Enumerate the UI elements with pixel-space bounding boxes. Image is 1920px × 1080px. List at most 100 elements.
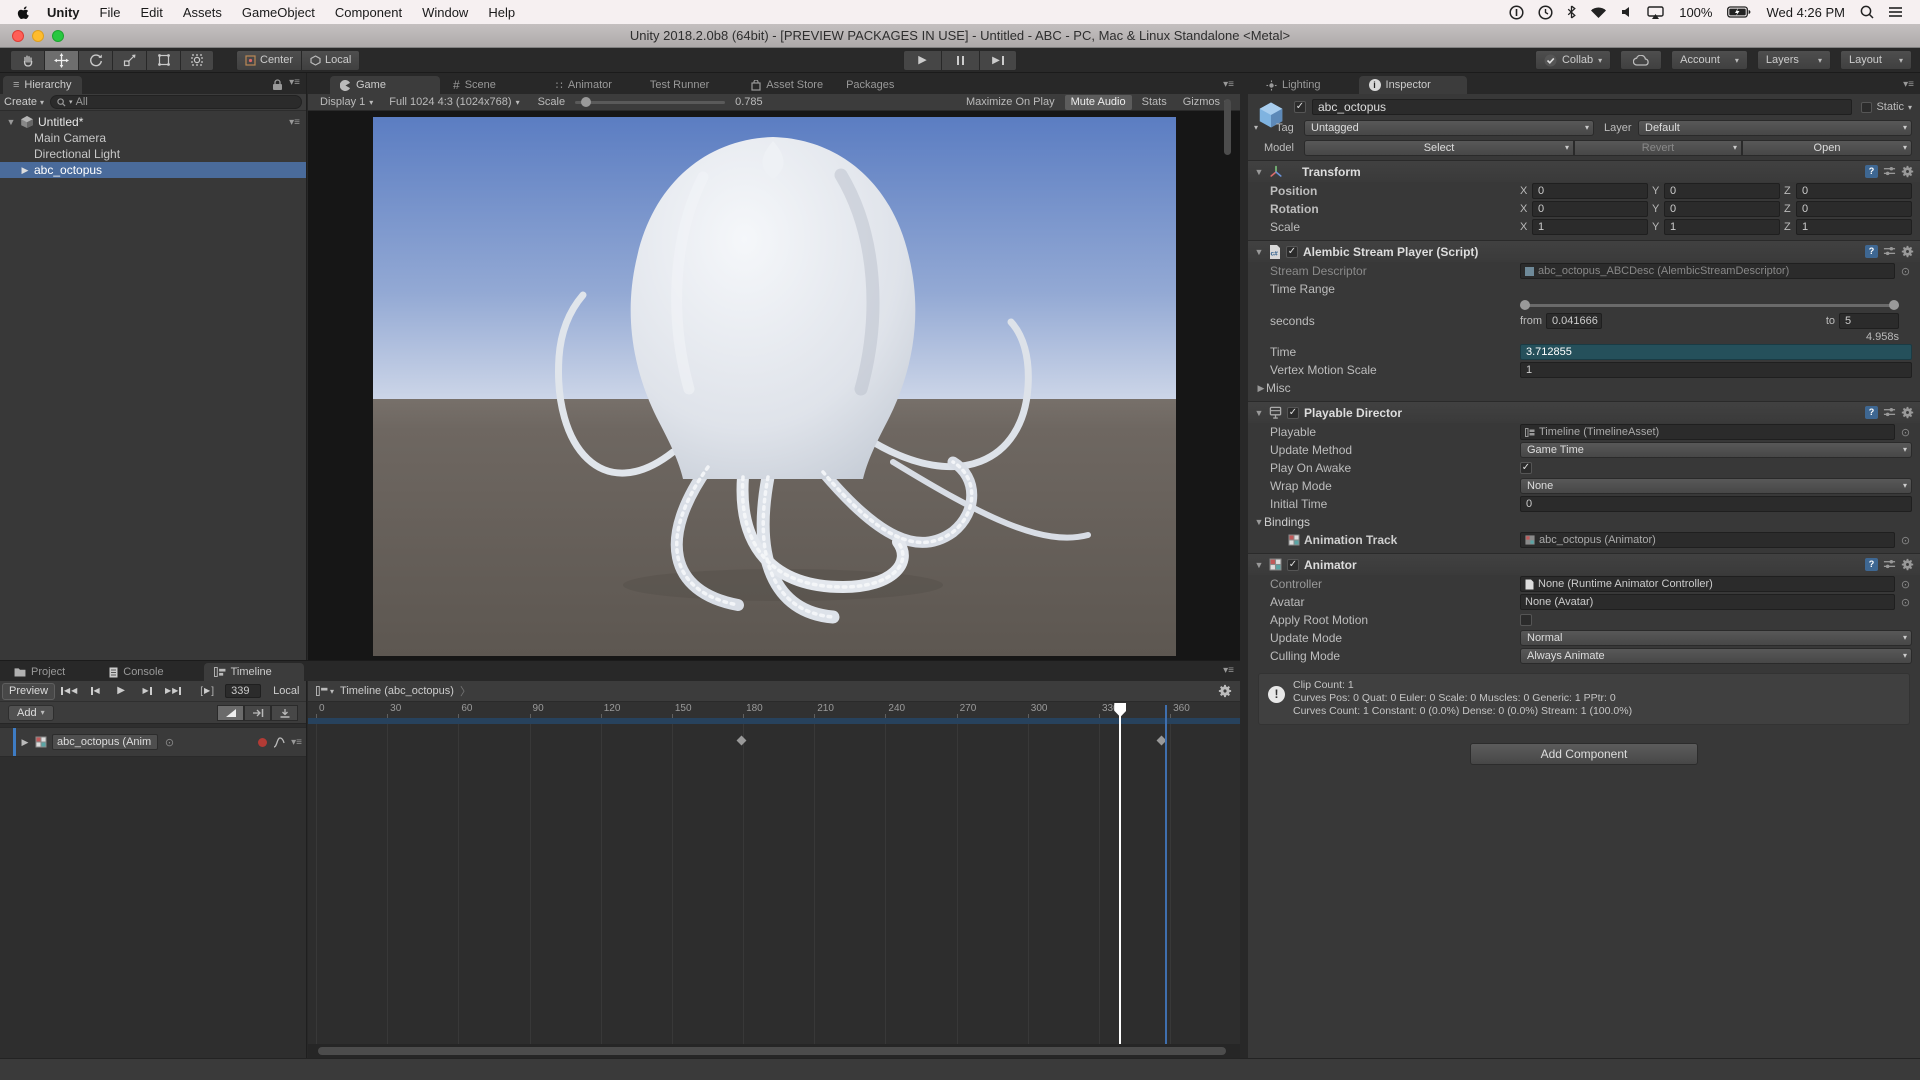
tab-hierarchy[interactable]: ≡Hierarchy: [3, 76, 82, 94]
pivot-toggle-button[interactable]: Center: [236, 50, 302, 71]
foldout-icon[interactable]: ▼: [1254, 167, 1264, 177]
replace-mode-button[interactable]: [271, 705, 298, 721]
zoom-window-button[interactable]: [52, 30, 64, 42]
foldout-icon[interactable]: ▼: [1254, 517, 1264, 527]
tab-packages[interactable]: Packages: [836, 76, 904, 94]
menu-gameobject[interactable]: GameObject: [232, 5, 325, 20]
menu-component[interactable]: Component: [325, 5, 412, 20]
close-window-button[interactable]: [12, 30, 24, 42]
airplay-display-icon[interactable]: [1647, 6, 1664, 19]
time-machine-icon[interactable]: [1538, 5, 1553, 20]
spotlight-icon[interactable]: [1860, 5, 1874, 19]
timeline-ref-mode[interactable]: Local: [273, 685, 299, 697]
ripple-mode-button[interactable]: [244, 705, 271, 721]
hierarchy-item-abc-octopus[interactable]: ▶ abc_octopus: [0, 162, 306, 178]
rect-tool-button[interactable]: [146, 50, 180, 71]
object-picker-icon[interactable]: ⊙: [1899, 596, 1912, 609]
playhead-line[interactable]: [1119, 707, 1121, 1044]
hand-tool-button[interactable]: [10, 50, 44, 71]
to-field[interactable]: 5: [1839, 313, 1899, 329]
position-x-field[interactable]: 0: [1532, 183, 1648, 199]
scale-slider-thumb[interactable]: [581, 97, 591, 107]
track-foldout-icon[interactable]: ▶: [20, 737, 30, 748]
previous-frame-button[interactable]: ◀: [83, 683, 107, 699]
tab-scene[interactable]: #Scene: [443, 76, 506, 94]
presets-icon[interactable]: [1883, 245, 1896, 258]
rotation-x-field[interactable]: 0: [1532, 201, 1648, 217]
timeline-grid[interactable]: [308, 724, 1240, 1044]
initial-time-field[interactable]: 0: [1520, 496, 1912, 512]
update-mode-dropdown[interactable]: Normal: [1520, 630, 1912, 646]
track-menu-icon[interactable]: ▾≡: [291, 737, 302, 748]
position-y-field[interactable]: 0: [1664, 183, 1780, 199]
add-component-button[interactable]: Add Component: [1470, 743, 1698, 765]
curves-icon[interactable]: [273, 737, 285, 748]
layout-dropdown[interactable]: Layout▾: [1840, 50, 1912, 70]
director-header[interactable]: ▼ ✓ Playable Director ?: [1248, 401, 1920, 423]
status-info-icon[interactable]: [1509, 5, 1524, 20]
gameobject-name-field[interactable]: abc_octopus: [1312, 99, 1852, 115]
current-frame-field[interactable]: 339: [225, 684, 261, 698]
range-max-handle[interactable]: [1889, 300, 1899, 310]
game-vertical-scrollbar[interactable]: [1224, 99, 1231, 155]
mute-audio-toggle[interactable]: Mute Audio: [1065, 95, 1132, 110]
playable-field[interactable]: Timeline (TimelineAsset): [1520, 424, 1895, 440]
hierarchy-item-directional-light[interactable]: Directional Light: [0, 146, 306, 162]
help-icon[interactable]: ?: [1865, 406, 1878, 419]
menu-assets[interactable]: Assets: [173, 5, 232, 20]
play-button[interactable]: ▶: [903, 50, 941, 71]
rotation-y-field[interactable]: 0: [1664, 201, 1780, 217]
tab-console[interactable]: Console: [99, 663, 173, 681]
timeline-hscrollbar[interactable]: [308, 1044, 1240, 1058]
bluetooth-icon[interactable]: [1567, 5, 1576, 19]
help-icon[interactable]: ?: [1865, 245, 1878, 258]
menubar-clock[interactable]: Wed 4:26 PM: [1758, 5, 1853, 20]
goto-end-button[interactable]: ▶▶: [161, 683, 185, 699]
tag-dropdown[interactable]: Untagged: [1304, 120, 1594, 136]
animation-track-binding-field[interactable]: abc_octopus (Animator): [1520, 532, 1895, 548]
hierarchy-search-input[interactable]: ▾ All: [50, 95, 302, 109]
time-field[interactable]: 3.712855: [1520, 344, 1912, 360]
record-button[interactable]: [258, 738, 267, 747]
goto-start-button[interactable]: ◀◀: [57, 683, 81, 699]
scene-menu-icon[interactable]: ▾≡: [289, 117, 300, 128]
tab-lighting[interactable]: Lighting: [1256, 76, 1331, 94]
create-menu-button[interactable]: Create▾: [4, 96, 44, 108]
presets-icon[interactable]: [1883, 406, 1896, 419]
hierarchy-item-main-camera[interactable]: Main Camera: [0, 130, 306, 146]
presets-icon[interactable]: [1883, 165, 1896, 178]
layers-dropdown[interactable]: Layers▾: [1757, 50, 1831, 70]
position-z-field[interactable]: 0: [1796, 183, 1912, 199]
rotate-tool-button[interactable]: [78, 50, 112, 71]
foldout-icon[interactable]: ▼: [1254, 247, 1264, 257]
object-picker-icon[interactable]: ⊙: [1899, 265, 1912, 278]
scale-tool-button[interactable]: [112, 50, 146, 71]
model-select-button[interactable]: Select: [1304, 140, 1574, 156]
foldout-icon[interactable]: ▶: [1256, 383, 1266, 394]
notification-center-icon[interactable]: [1888, 6, 1903, 18]
bindings-foldout[interactable]: ▼ Bindings: [1248, 513, 1920, 531]
account-dropdown[interactable]: Account▾: [1671, 50, 1748, 70]
timeline-selector[interactable]: ▾: [316, 686, 334, 696]
tab-inspector[interactable]: iInspector: [1359, 76, 1467, 94]
rotation-z-field[interactable]: 0: [1796, 201, 1912, 217]
gear-icon[interactable]: [1901, 245, 1914, 258]
stats-toggle[interactable]: Stats: [1136, 95, 1173, 110]
play-timeline-button[interactable]: ▶: [109, 683, 133, 699]
range-min-handle[interactable]: [1520, 300, 1530, 310]
lock-icon[interactable]: [273, 79, 282, 90]
component-enabled-checkbox[interactable]: ✓: [1287, 559, 1299, 571]
scale-y-field[interactable]: 1: [1664, 219, 1780, 235]
component-enabled-checkbox[interactable]: ✓: [1287, 407, 1299, 419]
object-picker-icon[interactable]: ⊙: [1899, 534, 1912, 547]
alembic-header[interactable]: ▼ c# ✓ Alembic Stream Player (Script) ?: [1248, 240, 1920, 262]
help-icon[interactable]: ?: [1865, 558, 1878, 571]
play-range-toggle[interactable]: [▶]: [195, 683, 219, 699]
wrap-mode-dropdown[interactable]: None: [1520, 478, 1912, 494]
transform-header[interactable]: ▼ Transform ?: [1248, 160, 1920, 182]
panel-menu-icon[interactable]: ▾≡: [1223, 665, 1234, 676]
cloud-services-button[interactable]: [1620, 50, 1662, 70]
track-name-field[interactable]: abc_octopus (Anim: [52, 734, 158, 750]
object-picker-icon[interactable]: ⊙: [1899, 426, 1912, 439]
panel-menu-icon[interactable]: ▾≡: [1903, 79, 1914, 94]
